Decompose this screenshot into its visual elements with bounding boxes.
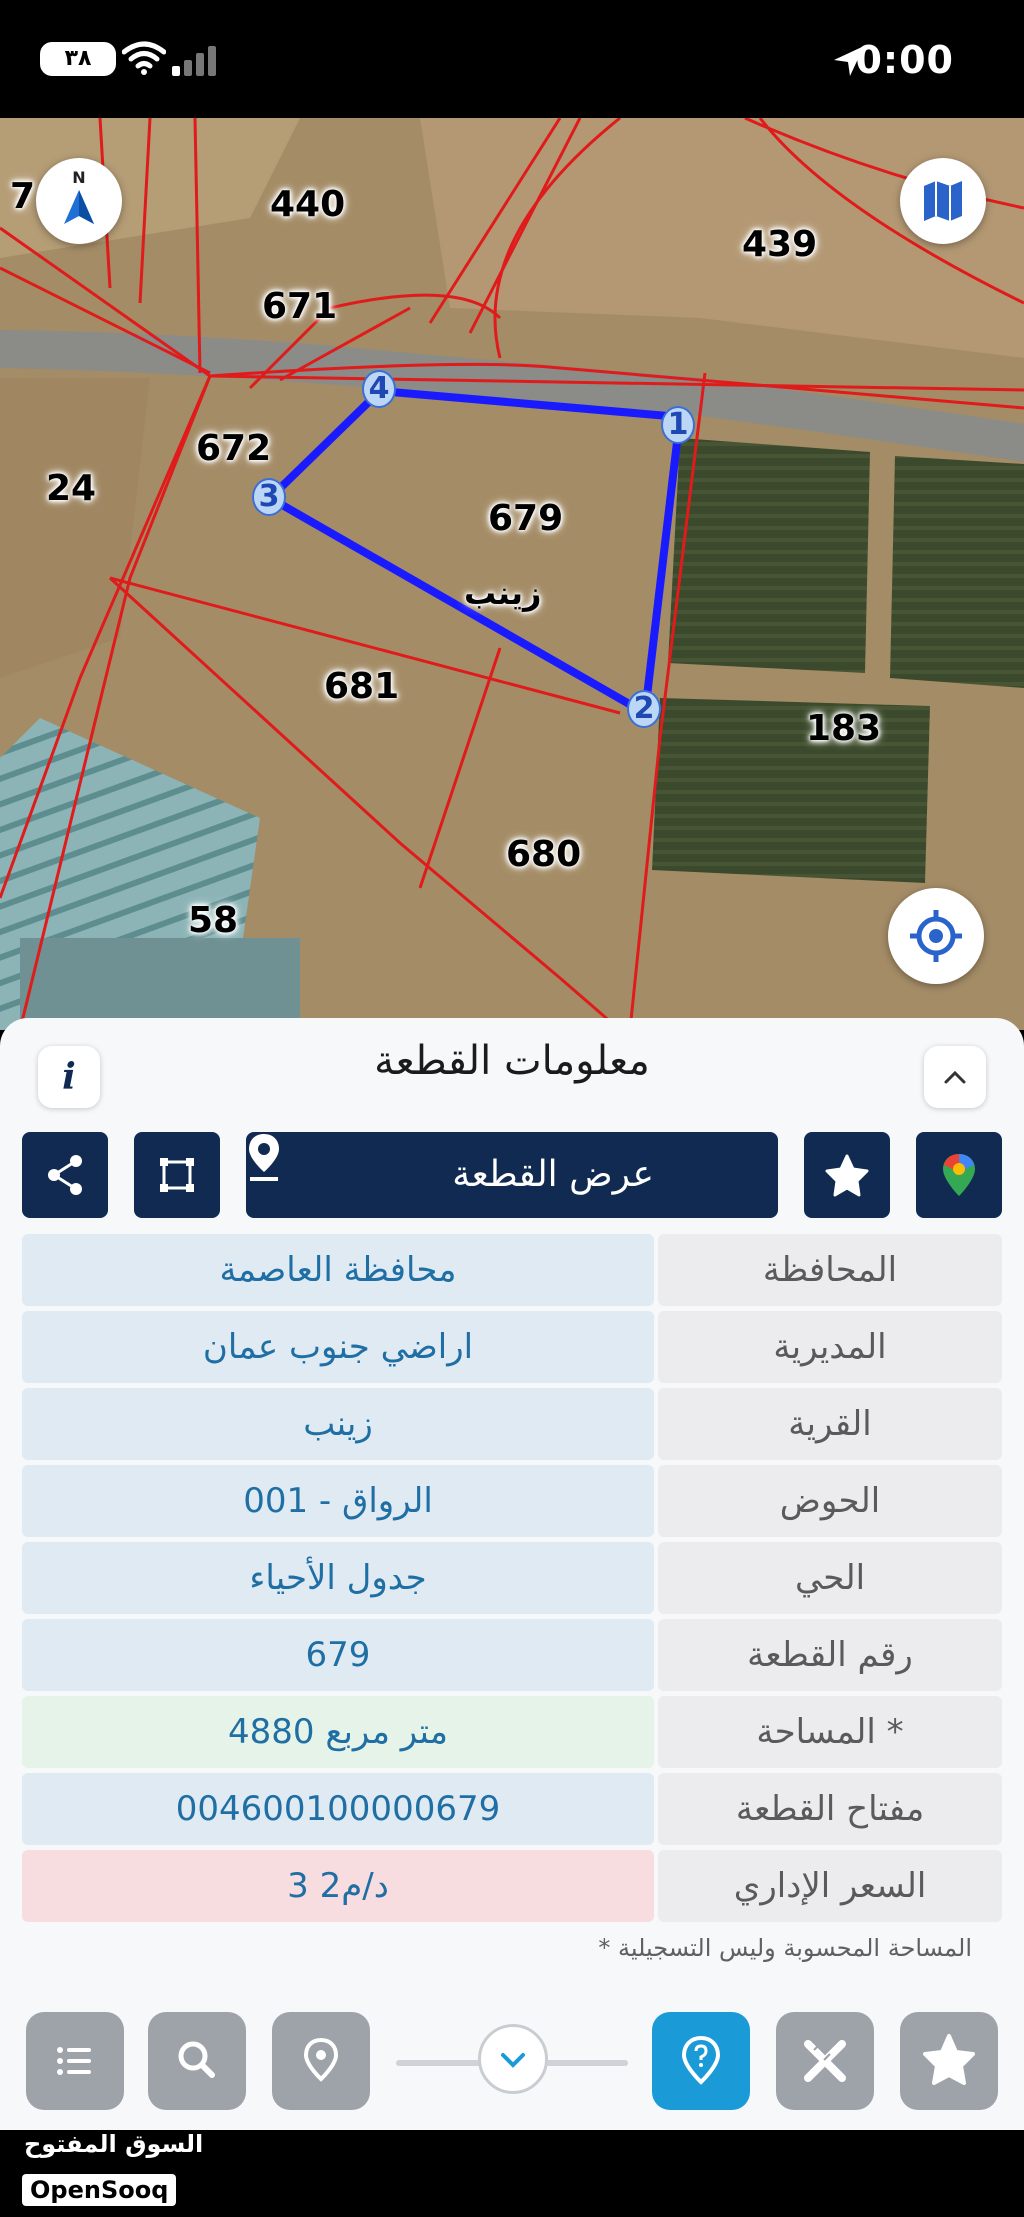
parcel-info-sheet: i معلومات القطعة عرض القطعة محافظة العاص…: [0, 1018, 1024, 2130]
bottom-toolbar: [0, 2000, 1024, 2130]
show-parcel-label: عرض القطعة: [452, 1154, 654, 1195]
parcel-number-label: رقم القطعة: [658, 1619, 1002, 1691]
search-icon: [178, 2041, 215, 2078]
table-row: 3 د/م2 السعر الإداري: [22, 1850, 1002, 1922]
table-row: جدول الأحياء الحي: [22, 1542, 1002, 1614]
status-time: 0:00: [855, 38, 954, 82]
directorate-label: المديرية: [658, 1311, 1002, 1383]
panel-slider-thumb[interactable]: [478, 2024, 548, 2094]
locate-me-button[interactable]: [888, 888, 984, 984]
collapse-button[interactable]: [924, 1046, 986, 1108]
governorate-label: المحافظة: [658, 1234, 1002, 1306]
favorite-button[interactable]: [804, 1132, 890, 1218]
measure-tools-button[interactable]: [776, 2012, 874, 2110]
area-footnote: * المساحة المحسوبة وليس التسجيلية: [598, 1934, 972, 1962]
show-parcel-button[interactable]: عرض القطعة: [246, 1132, 778, 1218]
map-view[interactable]: 7 440 439 671 672 24 679 زينب 681 183 68…: [0, 118, 1024, 1030]
table-row: 4880 متر مربع المساحة *: [22, 1696, 1002, 1768]
neighborhood-value: جدول الأحياء: [22, 1542, 654, 1614]
battery-icon: ٣٨: [40, 42, 116, 76]
favorite-star-icon: [923, 2034, 975, 2085]
wifi-icon: [122, 41, 166, 75]
google-maps-icon: [943, 1154, 975, 1196]
vertex-marker-2[interactable]: 2: [627, 690, 661, 728]
directorate-value: اراضي جنوب عمان: [22, 1311, 654, 1383]
parcel-key-label: مفتاح القطعة: [658, 1773, 1002, 1845]
parcel-label: 679: [488, 498, 564, 539]
admin-price-value: 3 د/م2: [22, 1850, 654, 1922]
map-icon: [924, 181, 962, 221]
list-button[interactable]: [26, 2012, 124, 2110]
chevron-up-icon: [944, 1070, 966, 1084]
village-label: القرية: [658, 1388, 1002, 1460]
parcel-label: 671: [262, 286, 338, 327]
vertex-marker-1[interactable]: 1: [661, 406, 695, 444]
my-places-button[interactable]: [272, 2012, 370, 2110]
search-button[interactable]: [148, 2012, 246, 2110]
compass-button[interactable]: N: [36, 158, 122, 244]
village-value: زينب: [22, 1388, 654, 1460]
polygon-icon: [160, 1158, 194, 1192]
vertex-marker-3[interactable]: 3: [252, 478, 286, 516]
table-row: محافظة العاصمة المحافظة: [22, 1234, 1002, 1306]
table-row: زينب القرية: [22, 1388, 1002, 1460]
list-icon: [57, 2047, 91, 2075]
watermark-arabic: السوق المفتوح: [24, 2130, 204, 2158]
parcel-key-value: 004600100000679: [22, 1773, 654, 1845]
area-value: 4880 متر مربع: [22, 1696, 654, 1768]
vertex-marker-4[interactable]: 4: [362, 370, 396, 408]
basin-label: الحوض: [658, 1465, 1002, 1537]
parcel-label: 681: [324, 666, 400, 707]
parcel-label: 439: [742, 224, 818, 265]
draw-polygon-button[interactable]: [134, 1132, 220, 1218]
favorites-button[interactable]: [900, 2012, 998, 2110]
parcel-label: 7: [10, 176, 36, 217]
parcel-label: زينب: [464, 574, 542, 612]
neighborhood-label: الحي: [658, 1542, 1002, 1614]
parcel-label: 24: [46, 468, 97, 509]
map-layers-button[interactable]: [900, 158, 986, 244]
chevron-down-icon: [501, 2053, 525, 2068]
parcel-label: 183: [806, 708, 882, 749]
table-row: الرواق - 001 الحوض: [22, 1465, 1002, 1537]
parcel-label: 680: [506, 834, 582, 875]
table-row: 004600100000679 مفتاح القطعة: [22, 1773, 1002, 1845]
table-row: اراضي جنوب عمان المديرية: [22, 1311, 1002, 1383]
panel-title: معلومات القطعة: [374, 1038, 650, 1084]
measure-tools-icon: [804, 2040, 846, 2082]
google-maps-button[interactable]: [916, 1132, 1002, 1218]
area-label: المساحة *: [658, 1696, 1002, 1768]
admin-price-label: السعر الإداري: [658, 1850, 1002, 1922]
table-row: 679 رقم القطعة: [22, 1619, 1002, 1691]
watermark-logo: OpenSooq: [22, 2174, 177, 2206]
location-pin-icon: [303, 2037, 339, 2082]
basin-value: الرواق - 001: [22, 1465, 654, 1537]
cellular-signal-icon: [172, 46, 216, 76]
status-bar: ٣٨ 0:00: [0, 0, 1024, 118]
help-pin-icon: [681, 2035, 721, 2085]
compass-arrow-icon: [64, 190, 94, 224]
parcel-number-value: 679: [22, 1619, 654, 1691]
governorate-value: محافظة العاصمة: [22, 1234, 654, 1306]
watermark-bar: السوق المفتوح OpenSooq: [0, 2130, 1024, 2217]
crosshair-icon: [910, 910, 962, 962]
location-pin-icon: [249, 1134, 279, 1181]
parcel-label: 440: [270, 184, 346, 225]
share-icon: [48, 1155, 82, 1195]
help-location-button[interactable]: [652, 2012, 750, 2110]
parcel-label: 58: [188, 900, 239, 941]
parcel-label: 672: [196, 428, 272, 469]
action-row: عرض القطعة: [0, 1132, 1024, 1218]
star-icon: [825, 1154, 869, 1197]
parcel-details-table: محافظة العاصمة المحافظة اراضي جنوب عمان …: [22, 1234, 1002, 1927]
share-button[interactable]: [22, 1132, 108, 1218]
